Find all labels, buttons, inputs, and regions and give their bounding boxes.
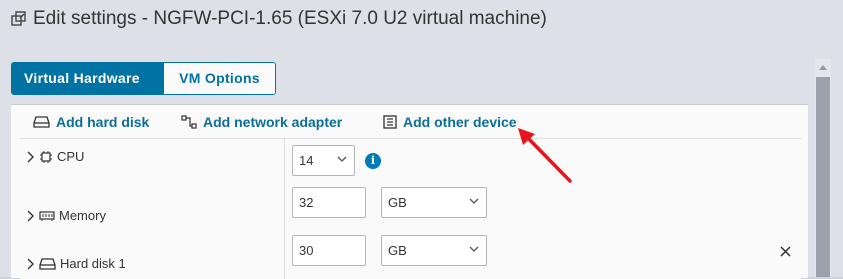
chevron-down-icon: [469, 246, 479, 252]
memory-label: Memory: [59, 208, 106, 223]
tab-bar: Virtual Hardware VM Options: [11, 62, 276, 95]
add-other-device-label: Add other device: [403, 114, 517, 130]
tab-virtual-hardware[interactable]: Virtual Hardware: [12, 63, 163, 94]
hardware-row-hard-disk-1: Hard disk 1 30 GB: [20, 231, 801, 279]
edit-vm-icon: [11, 11, 26, 26]
cpu-icon: [40, 150, 52, 163]
cpu-count-value: 14: [299, 153, 314, 168]
memory-size-input[interactable]: 32: [292, 187, 366, 218]
hard-disk-row-toggle[interactable]: Hard disk 1: [26, 256, 126, 271]
column-divider: [284, 231, 285, 279]
virtual-hardware-panel: Add hard disk Add network adapter Add ot…: [11, 104, 808, 279]
hardware-grid: CPU 14 i Memory 32 GB Hard disk 1 30 GB: [20, 138, 801, 279]
hardware-row-cpu: CPU 14 i: [20, 139, 801, 182]
scrollbar[interactable]: [815, 59, 831, 277]
chevron-right-icon: [27, 210, 34, 221]
hard-disk-icon: [33, 116, 50, 128]
chevron-down-icon: [337, 156, 347, 162]
cpu-label: CPU: [57, 149, 85, 164]
scrollbar-thumb[interactable]: [816, 77, 830, 277]
add-network-adapter-label: Add network adapter: [203, 114, 343, 130]
hard-disk-size-input[interactable]: 30: [292, 235, 366, 266]
hard-disk-unit-select[interactable]: GB: [381, 235, 487, 266]
chevron-right-icon: [27, 258, 34, 269]
hard-disk-unit-value: GB: [388, 243, 407, 258]
add-hard-disk-button[interactable]: Add hard disk: [33, 114, 149, 130]
cpu-count-select[interactable]: 14: [292, 145, 355, 176]
dialog-title: Edit settings - NGFW-PCI-1.65 (ESXi 7.0 …: [33, 8, 547, 29]
column-divider: [284, 139, 285, 181]
memory-row-toggle[interactable]: Memory: [26, 208, 106, 223]
hardware-action-bar: Add hard disk Add network adapter Add ot…: [11, 105, 808, 138]
add-hard-disk-label: Add hard disk: [56, 114, 150, 130]
chevron-right-icon: [27, 151, 34, 162]
annotation-arrow-icon: [518, 128, 572, 183]
memory-icon: [39, 210, 55, 221]
dialog-titlebar: Edit settings - NGFW-PCI-1.65 (ESXi 7.0 …: [0, 0, 843, 44]
column-divider: [284, 181, 285, 231]
memory-unit-select[interactable]: GB: [381, 187, 487, 218]
hard-disk-icon: [39, 257, 56, 270]
info-icon[interactable]: i: [365, 153, 381, 169]
close-icon[interactable]: [780, 246, 791, 257]
network-adapter-icon: [181, 115, 197, 129]
add-other-device-button[interactable]: Add other device: [383, 114, 517, 130]
chevron-down-icon: [469, 198, 479, 204]
add-network-adapter-button[interactable]: Add network adapter: [181, 114, 342, 130]
tab-vm-options[interactable]: VM Options: [163, 63, 275, 94]
scroll-up-icon[interactable]: [819, 65, 827, 70]
hard-disk-label: Hard disk 1: [60, 256, 126, 271]
memory-unit-value: GB: [388, 195, 407, 210]
cpu-row-toggle[interactable]: CPU: [26, 149, 84, 164]
other-device-icon: [383, 115, 397, 129]
hardware-row-memory: Memory 32 GB: [20, 181, 801, 232]
